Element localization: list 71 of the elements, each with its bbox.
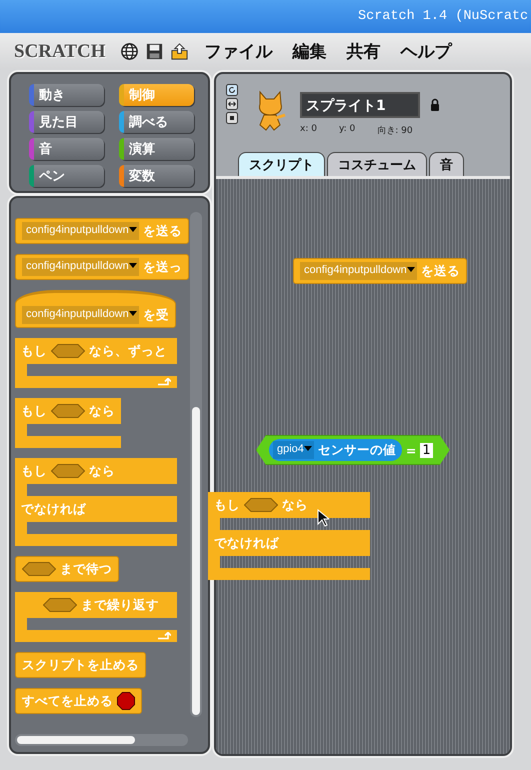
rotate-icon[interactable] bbox=[226, 84, 238, 96]
tab[interactable]: 音 bbox=[429, 152, 464, 176]
y-position: y: 0 bbox=[338, 124, 356, 136]
tab[interactable]: コスチューム bbox=[327, 152, 427, 176]
block-label: を送っ bbox=[142, 258, 182, 276]
block-label: = bbox=[406, 442, 416, 458]
number-field[interactable]: 1 bbox=[420, 442, 433, 458]
loop-arrow-icon bbox=[157, 378, 171, 386]
boolean-slot bbox=[51, 344, 85, 358]
no-rotate-icon[interactable] bbox=[226, 112, 238, 124]
block-label: でなければ bbox=[21, 500, 86, 518]
block-label: まで繰り返す bbox=[81, 596, 159, 614]
command-block[interactable]: config4inputpulldown を送る bbox=[293, 258, 467, 284]
dropdown-menu[interactable]: config4inputpulldown bbox=[300, 262, 417, 280]
command-block[interactable]: config4inputpulldown を送る bbox=[15, 218, 189, 244]
dropdown-menu[interactable]: config4inputpulldown bbox=[22, 222, 139, 240]
direction-label: 向き: 90 bbox=[377, 124, 413, 137]
block-label: なら bbox=[282, 496, 308, 514]
boolean-slot bbox=[244, 498, 278, 512]
category-button[interactable]: 動き bbox=[29, 84, 104, 106]
share-icon[interactable] bbox=[170, 42, 188, 61]
block-label: を受 bbox=[142, 306, 169, 324]
stop-icon bbox=[117, 692, 135, 710]
block-label: なら、ずっと bbox=[89, 342, 167, 360]
block-label: まで待つ bbox=[60, 560, 112, 578]
block-label: センサーの値 bbox=[318, 442, 396, 458]
globe-icon[interactable] bbox=[120, 42, 138, 61]
block-label: なら bbox=[89, 462, 115, 480]
scrollbar-thumb[interactable] bbox=[192, 407, 200, 715]
block-label: もし bbox=[214, 496, 240, 514]
scratch-logo: SCRATCH bbox=[14, 40, 106, 62]
block-label: を送る bbox=[142, 222, 182, 240]
menu-item[interactable]: ヘルプ bbox=[396, 40, 456, 63]
command-block[interactable]: config4inputpulldown を送っ bbox=[15, 254, 189, 280]
dropdown-menu[interactable]: config4inputpulldown bbox=[22, 258, 139, 276]
category-button[interactable]: ペン bbox=[29, 165, 104, 187]
boolean-slot bbox=[43, 598, 77, 612]
boolean-slot bbox=[51, 404, 85, 418]
category-button[interactable]: 音 bbox=[29, 138, 104, 160]
comparison-block[interactable]: gpio4 センサーの値 = 1 bbox=[256, 435, 450, 465]
block-label: すべてを止める bbox=[22, 692, 113, 710]
sensor-block[interactable]: gpio4 センサーの値 bbox=[269, 439, 402, 461]
dropdown-menu[interactable]: config4inputpulldown bbox=[22, 306, 139, 324]
hat-block[interactable]: config4inputpulldown を受 bbox=[15, 290, 176, 328]
category-button[interactable]: 見た目 bbox=[29, 111, 104, 133]
category-button[interactable]: 調べる bbox=[119, 111, 194, 133]
loop-arrow-icon bbox=[157, 632, 171, 640]
lock-icon[interactable] bbox=[430, 98, 440, 112]
window-title: Scratch 1.4 (NuScratc bbox=[358, 9, 528, 24]
x-position: x: 0 bbox=[300, 124, 317, 136]
menu-item[interactable]: ファイル bbox=[200, 40, 276, 63]
tab[interactable]: スクリプト bbox=[238, 152, 325, 176]
block-label: を送る bbox=[420, 262, 460, 280]
block-label: もし bbox=[21, 462, 47, 480]
save-icon[interactable] bbox=[144, 42, 164, 61]
category-button[interactable]: 変数 bbox=[119, 165, 194, 187]
boolean-slot bbox=[22, 562, 56, 576]
block-label: もし bbox=[21, 402, 47, 420]
dropdown-menu[interactable]: gpio4 bbox=[273, 441, 314, 459]
flip-icon[interactable] bbox=[226, 98, 238, 110]
boolean-slot bbox=[51, 464, 85, 478]
sprite-name-field[interactable]: スプライト1 bbox=[300, 92, 420, 118]
block-label: もし bbox=[21, 342, 47, 360]
category-button[interactable]: 演算 bbox=[119, 138, 194, 160]
block-label: でなければ bbox=[214, 534, 279, 552]
scrollbar-thumb[interactable] bbox=[17, 736, 135, 744]
menu-item[interactable]: 編集 bbox=[288, 40, 330, 63]
mouse-pointer-icon bbox=[317, 509, 329, 527]
block-label: なら bbox=[89, 402, 115, 420]
menu-item[interactable]: 共有 bbox=[342, 40, 384, 63]
block-label: スクリプトを止める bbox=[22, 656, 139, 674]
